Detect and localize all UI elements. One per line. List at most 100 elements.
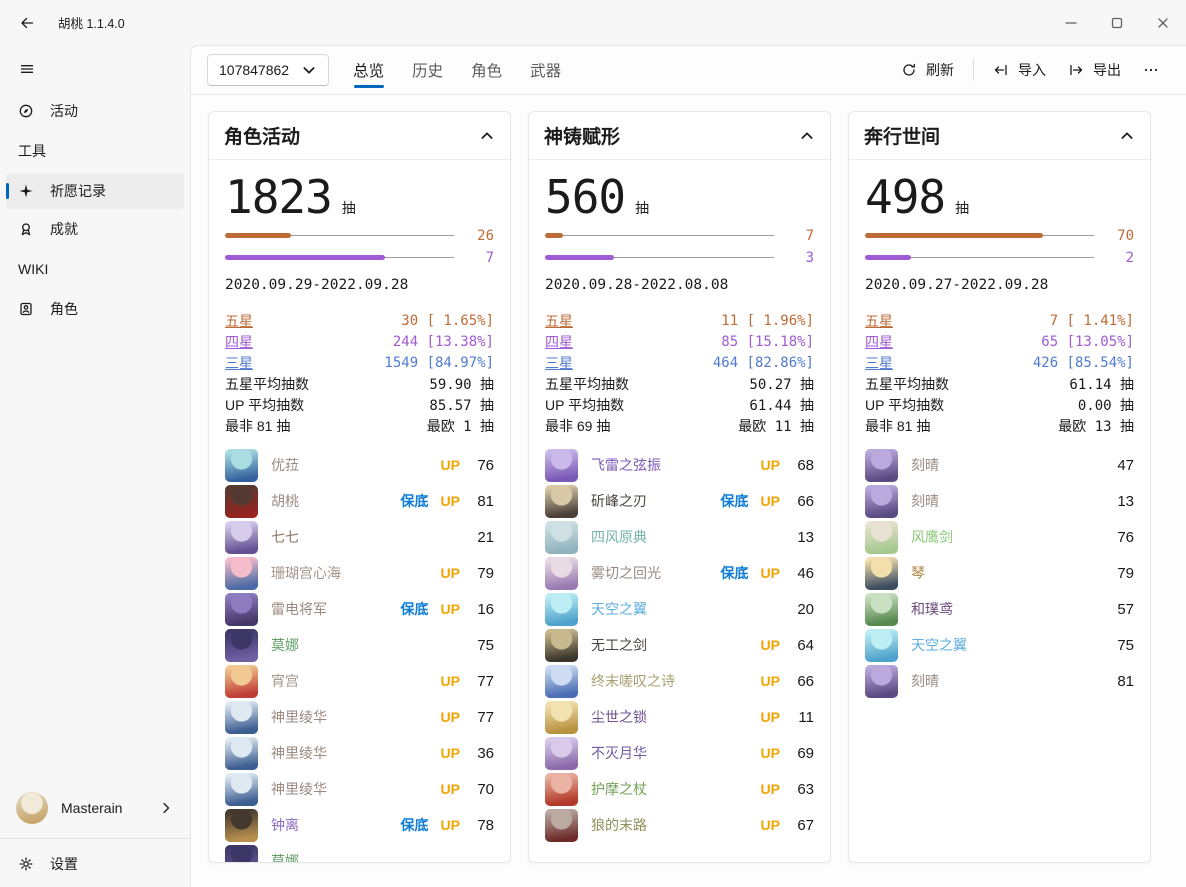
sidebar-item-3[interactable]: 成就	[6, 211, 184, 247]
user-account-row[interactable]: Masterain	[6, 784, 184, 832]
item-name: 四风原典	[591, 527, 780, 547]
sidebar-item-label: 活动	[50, 101, 78, 121]
sidebar-item-0[interactable]: 活动	[6, 93, 184, 129]
collapse-chevron-up-icon[interactable]	[799, 128, 815, 144]
sidebar-item-5[interactable]: 角色	[6, 291, 184, 327]
banner-card-body: 560抽732020.09.28-2022.08.08五星11 [ 1.96%]…	[529, 160, 830, 843]
more-options-button[interactable]	[1132, 56, 1170, 84]
banner-cards-container: 角色活动1823抽2672020.09.29-2022.09.28五星30 [ …	[191, 95, 1186, 887]
item-pull-count: 75	[472, 637, 494, 654]
stat-value: 最欧 13 抽	[1058, 416, 1134, 436]
tab-3[interactable]: 武器	[530, 46, 561, 94]
item-name: 琴	[911, 563, 1100, 583]
item-row: 无工之剑UP64	[545, 627, 814, 663]
banner-card-1: 神铸赋形560抽732020.09.28-2022.08.08五星11 [ 1.…	[528, 111, 831, 863]
item-name: 刻晴	[911, 671, 1100, 691]
back-button[interactable]	[8, 7, 46, 39]
pity-value: 26	[458, 228, 494, 244]
item-pull-count: 36	[472, 745, 494, 762]
item-pull-count: 13	[792, 529, 814, 546]
banner-card-0: 角色活动1823抽2672020.09.29-2022.09.28五星30 [ …	[208, 111, 511, 863]
item-row: 七七21	[225, 519, 494, 555]
tab-1[interactable]: 历史	[412, 46, 443, 94]
item-row: 胡桃保底UP81	[225, 483, 494, 519]
item-row: 珊瑚宫心海UP79	[225, 555, 494, 591]
banner-total-row: 498抽	[865, 170, 1134, 224]
item-name: 斫峰之刃	[591, 491, 709, 511]
banner-card-header[interactable]: 神铸赋形	[529, 112, 830, 160]
stat-label[interactable]: 五星	[225, 311, 253, 331]
pity-bar-four-star: 7	[225, 247, 494, 268]
stat-row: 五星 7 [ 1.41%]	[865, 310, 1134, 331]
refresh-button[interactable]: 刷新	[890, 54, 965, 86]
sidebar-item-settings[interactable]: 设置	[0, 841, 190, 887]
export-button[interactable]: 导出	[1057, 54, 1132, 86]
close-button[interactable]	[1140, 0, 1186, 45]
item-pull-count: 63	[792, 781, 814, 798]
refresh-icon	[901, 62, 917, 78]
item-row: 雷电将军保底UP16	[225, 591, 494, 627]
banner-items-list: 刻晴47刻晴13风鹰剑76琴79和璞鸢57天空之翼75刻晴81	[865, 447, 1134, 699]
item-avatar	[545, 629, 578, 662]
stat-value: 11 [ 1.96%]	[721, 313, 814, 329]
stat-value: 244 [13.38%]	[393, 334, 494, 350]
stat-row: 五星平均抽数50.27 抽	[545, 373, 814, 394]
item-name: 护摩之杖	[591, 779, 749, 799]
import-button[interactable]: 导入	[982, 54, 1057, 86]
stat-value: 7 [ 1.41%]	[1050, 313, 1134, 329]
stat-value: 426 [85.54%]	[1033, 355, 1134, 371]
banner-title: 神铸赋形	[544, 122, 620, 149]
collapse-chevron-up-icon[interactable]	[479, 128, 495, 144]
banner-card-header[interactable]: 角色活动	[209, 112, 510, 160]
item-avatar	[865, 449, 898, 482]
guarantee-badge: 保底	[401, 599, 429, 619]
pity-bar-fill	[865, 233, 1043, 238]
item-row: 刻晴13	[865, 483, 1134, 519]
tab-0[interactable]: 总览	[353, 46, 384, 94]
pity-bar-fill	[865, 255, 911, 260]
banner-title: 奔行世间	[864, 122, 940, 149]
item-name: 神里绫华	[271, 743, 429, 763]
pity-bar-track	[545, 233, 774, 238]
stat-label[interactable]: 五星	[545, 311, 573, 331]
sidebar-item-label: 祈愿记录	[50, 181, 106, 201]
hamburger-button[interactable]	[8, 53, 46, 85]
pity-bar-fill	[225, 233, 291, 238]
maximize-button[interactable]	[1094, 0, 1140, 45]
item-name: 天空之翼	[591, 599, 780, 619]
pity-value: 7	[458, 250, 494, 266]
item-name: 宵宫	[271, 671, 429, 691]
banner-total-unit: 抽	[955, 198, 969, 218]
banner-total-row: 1823抽	[225, 170, 494, 224]
collapse-chevron-up-icon[interactable]	[1119, 128, 1135, 144]
item-pull-count: 16	[472, 601, 494, 618]
stat-row: UP 平均抽数61.44 抽	[545, 394, 814, 415]
stat-label[interactable]: 五星	[865, 311, 893, 331]
sidebar-item-2[interactable]: 祈愿记录	[6, 173, 184, 209]
compass-icon	[16, 103, 36, 119]
item-name: 终末嗟叹之诗	[591, 671, 749, 691]
account-selector[interactable]: 107847862	[207, 54, 329, 86]
stat-label[interactable]: 三星	[545, 353, 573, 373]
stat-label[interactable]: 四星	[865, 332, 893, 352]
item-avatar	[545, 485, 578, 518]
stat-label[interactable]: 三星	[225, 353, 253, 373]
stat-row: 五星平均抽数59.90 抽	[225, 373, 494, 394]
item-row: 风鹰剑76	[865, 519, 1134, 555]
pity-bar-track	[225, 255, 454, 260]
stat-label[interactable]: 三星	[865, 353, 893, 373]
item-name: 雾切之回光	[591, 563, 709, 583]
stat-label[interactable]: 四星	[225, 332, 253, 352]
stat-value: 0.00 抽	[1078, 395, 1134, 415]
stat-row: UP 平均抽数85.57 抽	[225, 394, 494, 415]
tab-2[interactable]: 角色	[471, 46, 502, 94]
stat-value: 50.27 抽	[749, 374, 814, 394]
stat-row: 四星 244 [13.38%]	[225, 331, 494, 352]
stat-label[interactable]: 四星	[545, 332, 573, 352]
banner-card-header[interactable]: 奔行世间	[849, 112, 1150, 160]
minimize-button[interactable]	[1048, 0, 1094, 45]
sidebar-item-label: 成就	[50, 219, 78, 239]
stat-row: 最非 69 抽最欧 11 抽	[545, 415, 814, 436]
item-row: 神里绫华UP36	[225, 735, 494, 771]
guarantee-badge: 保底	[721, 491, 749, 511]
